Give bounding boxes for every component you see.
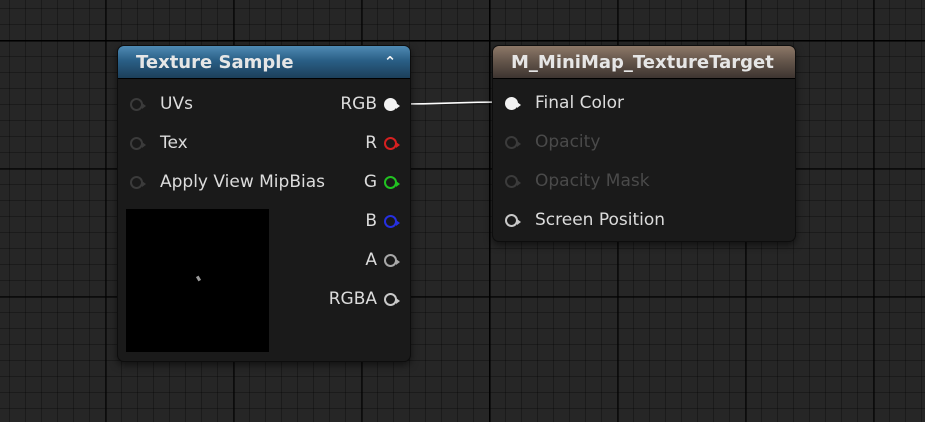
input-pin-screen-position-icon[interactable]: [505, 213, 521, 227]
input-row-uvs[interactable]: UVs: [130, 93, 193, 115]
grid-major-line-horizontal: [0, 40, 925, 41]
output-pin-a-icon[interactable]: [384, 253, 400, 267]
input-label-screen-position: Screen Position: [535, 210, 666, 230]
output-row-a[interactable]: A: [365, 249, 400, 271]
output-pin-b-icon[interactable]: [384, 214, 400, 228]
input-label-opacity: Opacity: [535, 132, 601, 152]
output-row-b[interactable]: B: [365, 210, 400, 232]
output-label-g: G: [363, 172, 377, 192]
output-label-rgba: RGBA: [328, 289, 377, 309]
output-pin-rgb-icon[interactable]: [384, 97, 400, 111]
input-row-tex[interactable]: Tex: [130, 132, 188, 154]
input-label-final-color: Final Color: [535, 93, 624, 113]
output-row-rgb[interactable]: RGB: [340, 93, 400, 115]
input-row-screen-position[interactable]: Screen Position: [505, 209, 665, 231]
output-pin-r-icon[interactable]: [384, 136, 400, 150]
input-row-opacity: Opacity: [505, 131, 600, 153]
output-row-rgba[interactable]: RGBA: [328, 288, 400, 310]
output-row-g[interactable]: G: [363, 171, 400, 193]
collapse-chevron-up-icon[interactable]: ⌃: [380, 52, 400, 72]
input-row-opacity-mask: Opacity Mask: [505, 170, 650, 192]
material-result-node-title: M_MiniMap_TextureTarget: [511, 51, 774, 73]
material-result-node-header[interactable]: M_MiniMap_TextureTarget: [493, 46, 795, 79]
output-label-r: R: [365, 133, 377, 153]
input-label-uvs: UVs: [160, 94, 193, 114]
input-row-final-color[interactable]: Final Color: [505, 92, 624, 114]
input-row-apply-view-mipbias[interactable]: Apply View MipBias: [130, 171, 325, 193]
output-label-rgb: RGB: [340, 94, 377, 114]
preview-speck: [195, 275, 202, 282]
texture-sample-node[interactable]: Texture Sample ⌃ UVs Tex Apply View MipB…: [117, 45, 411, 362]
texture-sample-node-header[interactable]: Texture Sample ⌃: [118, 46, 410, 79]
input-label-opacity-mask: Opacity Mask: [535, 171, 650, 191]
grid-major-line-vertical: [489, 0, 490, 422]
output-pin-rgba-icon[interactable]: [384, 292, 400, 306]
output-pin-g-icon[interactable]: [384, 175, 400, 189]
input-label-apply-view-mipbias: Apply View MipBias: [160, 172, 325, 192]
input-pin-icon[interactable]: [130, 136, 146, 150]
input-pin-final-color-icon[interactable]: [505, 96, 521, 110]
input-pin-icon[interactable]: [130, 175, 146, 189]
output-row-r[interactable]: R: [365, 132, 400, 154]
input-label-tex: Tex: [160, 133, 188, 153]
output-label-a: A: [365, 250, 377, 270]
output-label-b: B: [365, 211, 377, 231]
material-result-node[interactable]: M_MiniMap_TextureTarget Final Color Opac…: [492, 45, 796, 242]
input-pin-opacity-icon: [505, 135, 521, 149]
texture-preview-thumbnail: [126, 209, 269, 352]
input-pin-opacity-mask-icon: [505, 174, 521, 188]
texture-sample-node-title: Texture Sample: [136, 51, 294, 73]
input-pin-icon[interactable]: [130, 97, 146, 111]
